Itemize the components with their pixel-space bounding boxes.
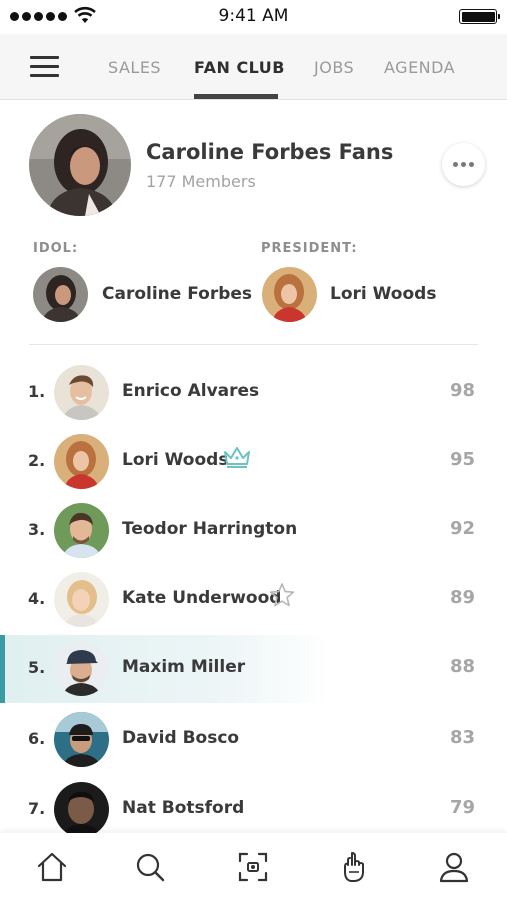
tab-agenda[interactable]: AGENDA (384, 58, 455, 77)
status-bar: 9:41 AM (0, 0, 507, 34)
tab-jobs[interactable]: JOBS (314, 58, 354, 77)
divider (29, 344, 478, 345)
tab-sales[interactable]: SALES (108, 58, 161, 77)
member-score: 79 (449, 797, 475, 818)
ranking-row[interactable]: 4. Kate Underwood 89 (0, 566, 507, 634)
club-avatar (29, 114, 131, 216)
ranking-row[interactable]: 1. Enrico Alvares 98 (0, 359, 507, 427)
top-nav: SALES FAN CLUB JOBS AGENDA (0, 34, 507, 100)
member-name: David Bosco (122, 728, 240, 748)
member-name: Teodor Harrington (122, 519, 298, 539)
member-score: 92 (449, 518, 475, 539)
search-icon[interactable] (133, 850, 167, 884)
rank-number: 7. (28, 799, 46, 818)
scan-icon[interactable] (236, 850, 270, 884)
more-options-button[interactable] (442, 143, 485, 186)
member-name: Maxim Miller (122, 657, 246, 677)
ranking-row[interactable]: 3. Teodor Harrington 92 (0, 497, 507, 565)
idol-name[interactable]: Caroline Forbes (102, 284, 252, 304)
member-name: Kate Underwood (122, 588, 282, 608)
member-avatar (54, 503, 109, 558)
star-icon[interactable] (268, 582, 296, 608)
tab-fan-club[interactable]: FAN CLUB (194, 58, 285, 77)
member-avatar (54, 782, 109, 837)
ranking-row-current-user[interactable]: 5. Maxim Miller 88 (0, 635, 507, 703)
president-avatar[interactable] (262, 267, 317, 322)
status-time: 9:41 AM (218, 6, 289, 26)
rank-number: 3. (28, 520, 46, 539)
member-score: 89 (449, 587, 475, 608)
idol-label: IDOL: (33, 241, 79, 256)
member-avatar (54, 365, 109, 420)
member-avatar (54, 641, 109, 696)
rank-number: 4. (28, 589, 46, 608)
rank-number: 5. (28, 658, 46, 677)
member-avatar (54, 572, 109, 627)
member-name: Lori Woods (122, 450, 229, 470)
president-label: PRESIDENT: (261, 241, 358, 256)
rank-number: 6. (28, 729, 46, 748)
fan-hand-icon[interactable] (337, 850, 371, 884)
member-name: Enrico Alvares (122, 381, 260, 401)
member-score: 88 (449, 656, 475, 677)
ranking-row[interactable]: 2. Lori Woods 95 (0, 428, 507, 496)
ranking-row[interactable]: 6. David Bosco 83 (0, 706, 507, 774)
rank-number: 1. (28, 382, 46, 401)
active-tab-indicator (194, 94, 278, 99)
member-name: Nat Botsford (122, 798, 245, 818)
crown-icon (224, 447, 250, 468)
member-score: 95 (449, 449, 475, 470)
idol-avatar[interactable] (33, 267, 88, 322)
member-score: 98 (449, 380, 475, 401)
home-icon[interactable] (35, 850, 69, 884)
member-avatar (54, 434, 109, 489)
battery-icon (459, 9, 500, 24)
highlight-accent-bar (0, 635, 5, 703)
club-name: Caroline Forbes Fans (146, 140, 394, 164)
menu-icon[interactable] (30, 56, 59, 78)
member-avatar (54, 712, 109, 767)
club-member-count: 177 Members (146, 172, 256, 191)
profile-icon[interactable] (437, 850, 471, 884)
rank-number: 2. (28, 451, 46, 470)
president-name[interactable]: Lori Woods (330, 284, 436, 304)
bottom-tab-bar (0, 833, 507, 900)
member-score: 83 (449, 727, 475, 748)
